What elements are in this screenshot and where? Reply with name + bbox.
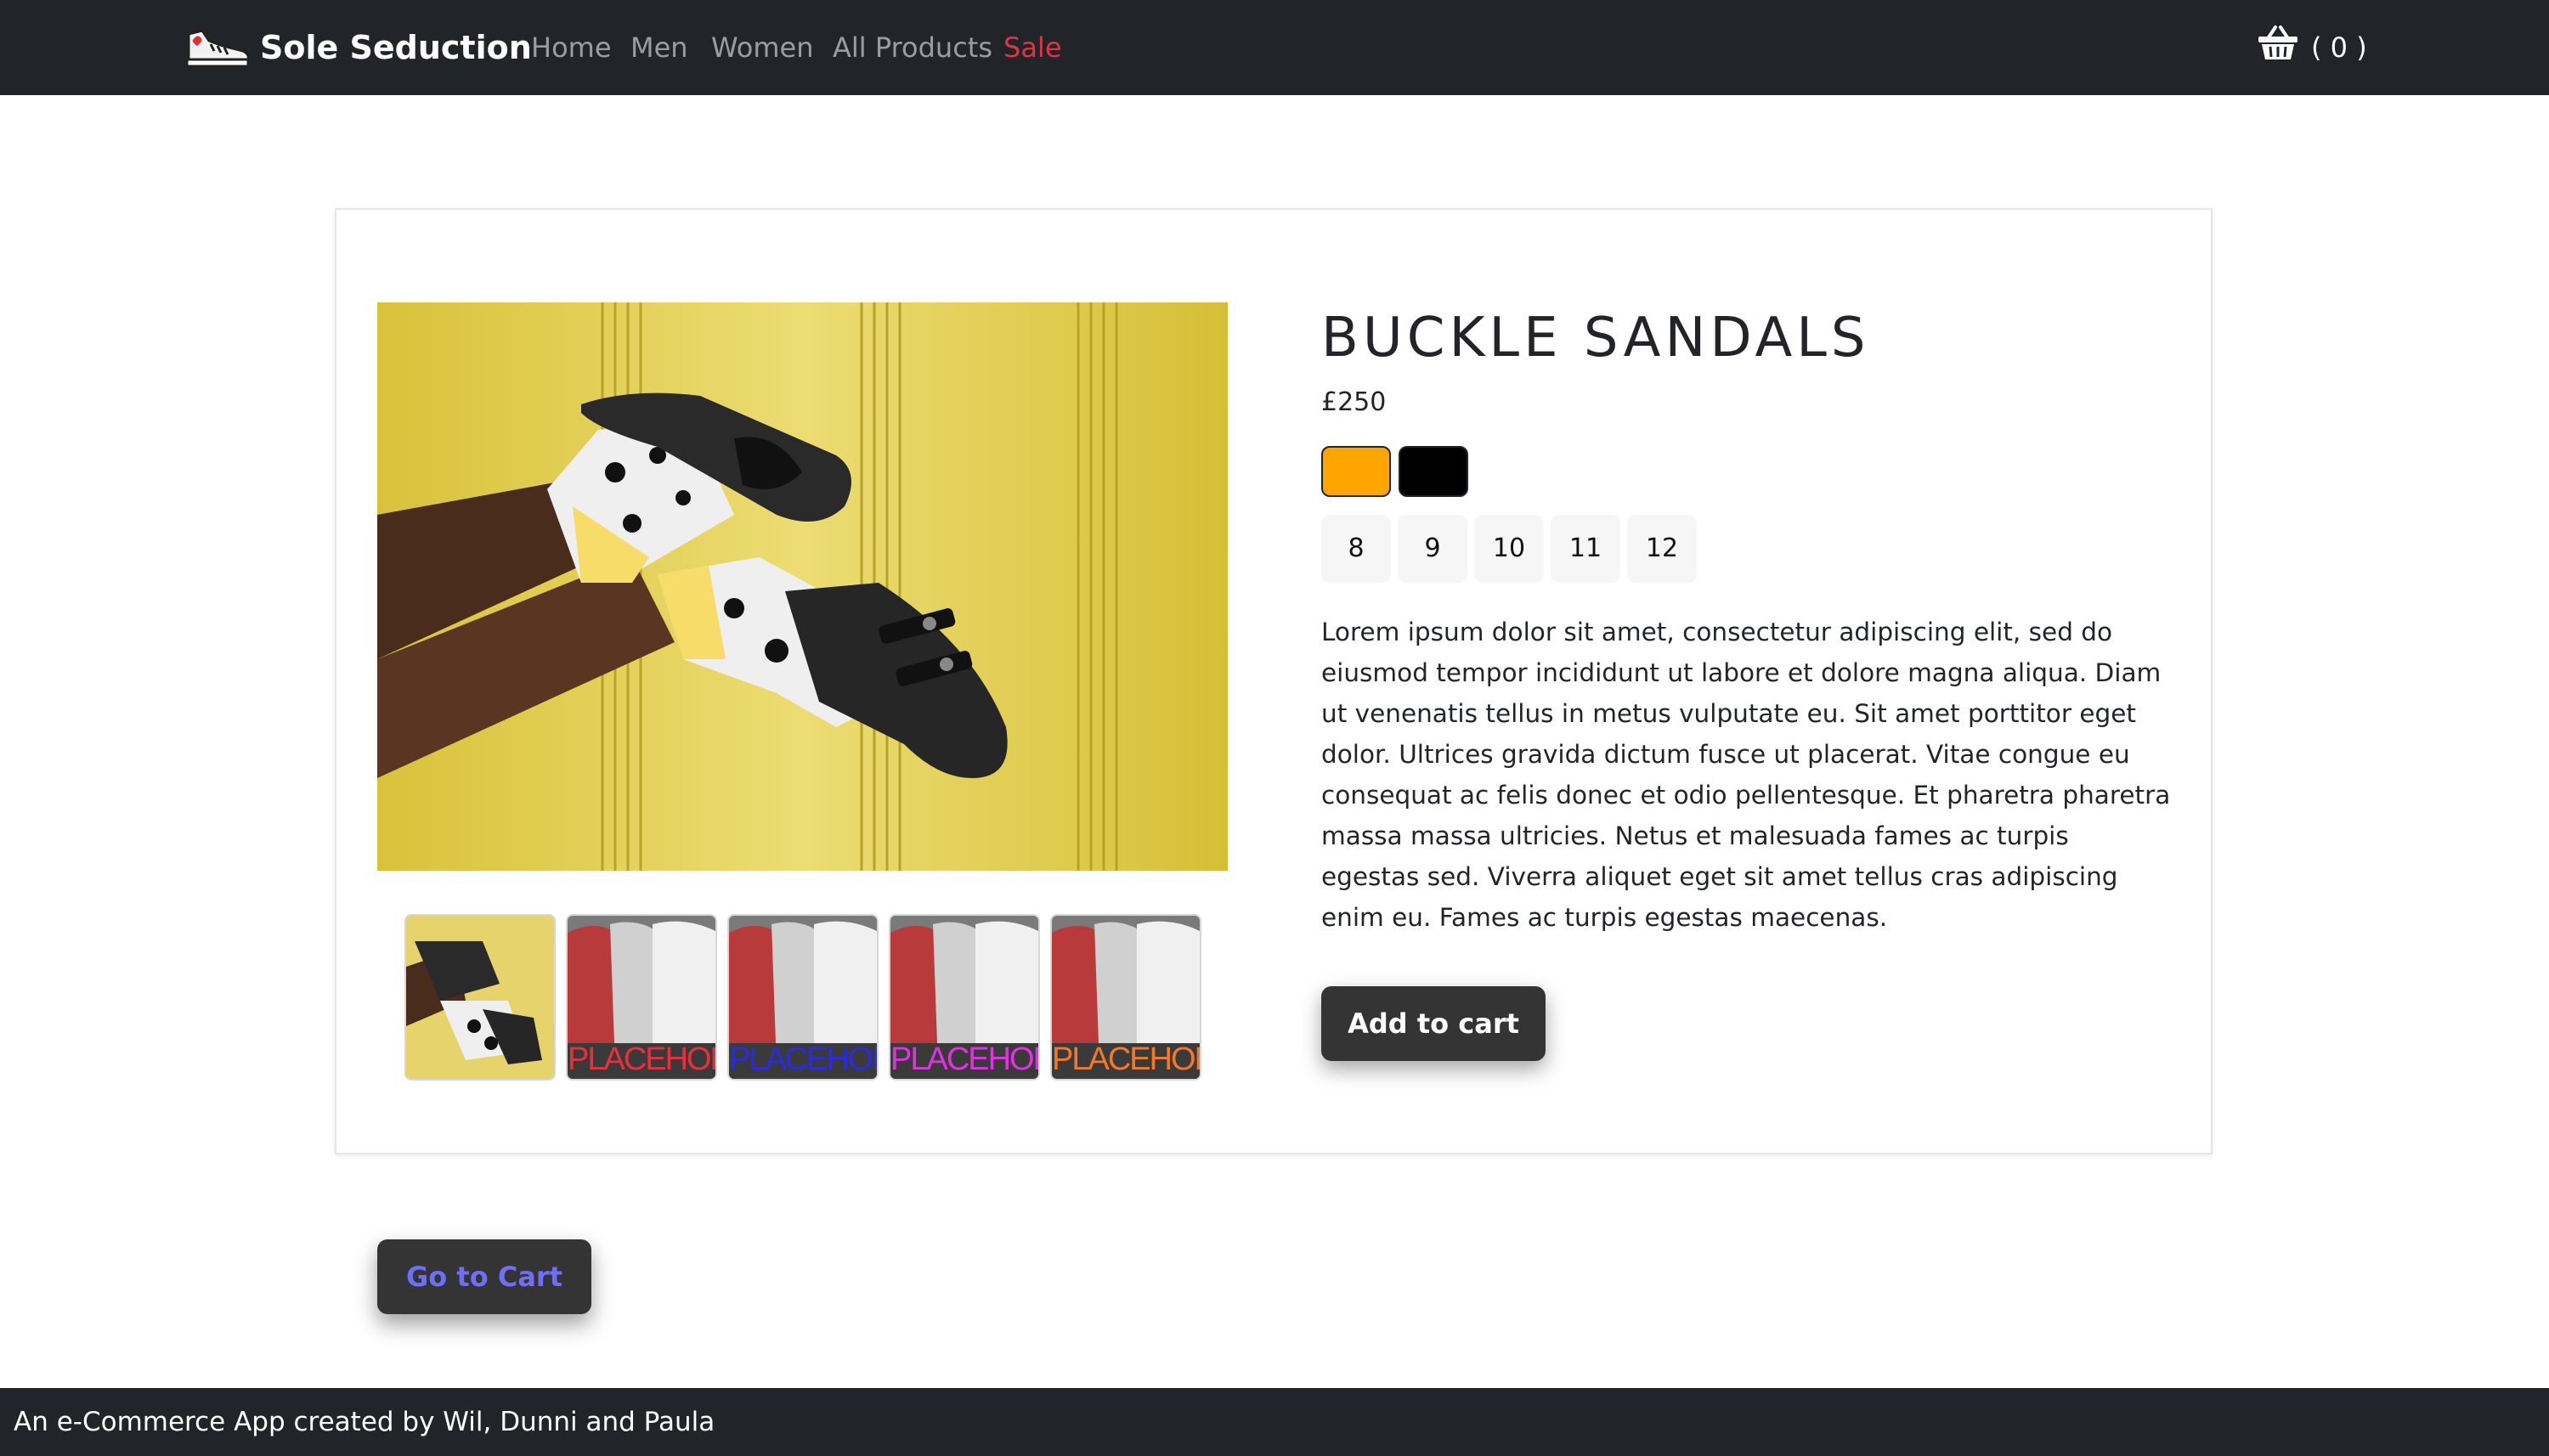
nav-link-sale[interactable]: Sale (1003, 24, 1062, 71)
thumbnail-label: PLACEHOLDER 1 (568, 1041, 715, 1077)
brand-name[interactable]: Sole Seduction (260, 24, 532, 71)
product-main-image (377, 302, 1228, 871)
product-description: Lorem ipsum dolor sit amet, consectetur … (1321, 618, 2171, 932)
thumbnail-5[interactable]: PLACEHOLDER 4 (1050, 914, 1201, 1081)
color-swatch-black[interactable] (1399, 446, 1468, 497)
add-to-cart-button[interactable]: Add to cart (1321, 986, 1546, 1061)
footer-credits: An e-Commerce App created by Wil, Dunni … (14, 1407, 715, 1437)
size-option-10[interactable]: 10 (1474, 515, 1544, 583)
go-to-cart-button[interactable]: Go to Cart (377, 1239, 591, 1314)
nav-link-women[interactable]: Women (711, 24, 813, 71)
thumbnail-4[interactable]: PLACEHOLDER 3 (889, 914, 1040, 1081)
thumbnail-2[interactable]: PLACEHOLDER 1 (566, 914, 717, 1081)
navbar: Sole Seduction Home Men Women All Produc… (0, 0, 2549, 95)
size-option-11[interactable]: 11 (1551, 515, 1620, 583)
thumbnail-label: PLACEHOLDER 3 (890, 1041, 1038, 1077)
nav-link-home[interactable]: Home (531, 24, 612, 71)
size-option-9[interactable]: 9 (1398, 515, 1467, 583)
product-price: £250 (1321, 387, 1387, 417)
footer: An e-Commerce App created by Wil, Dunni … (0, 1388, 2549, 1456)
product-title: BUCKLE SANDALS (1321, 307, 1870, 370)
thumbnail-label: PLACEHOLDER 2 (729, 1041, 877, 1077)
sneaker-logo-icon[interactable] (184, 25, 252, 70)
size-option-12[interactable]: 12 (1627, 515, 1697, 583)
nav-link-men[interactable]: Men (630, 24, 688, 71)
nav-link-all-products[interactable]: All Products (833, 24, 992, 71)
thumbnail-1[interactable] (404, 914, 556, 1081)
thumbnail-label: PLACEHOLDER 4 (1052, 1041, 1200, 1077)
size-option-8[interactable]: 8 (1321, 515, 1391, 583)
thumbnail-3[interactable]: PLACEHOLDER 2 (727, 914, 879, 1081)
sandals-photo (377, 302, 1228, 871)
basket-icon[interactable] (2257, 24, 2299, 63)
color-swatch-orange[interactable] (1321, 446, 1391, 497)
cart-count[interactable]: ( 0 ) (2311, 24, 2367, 71)
